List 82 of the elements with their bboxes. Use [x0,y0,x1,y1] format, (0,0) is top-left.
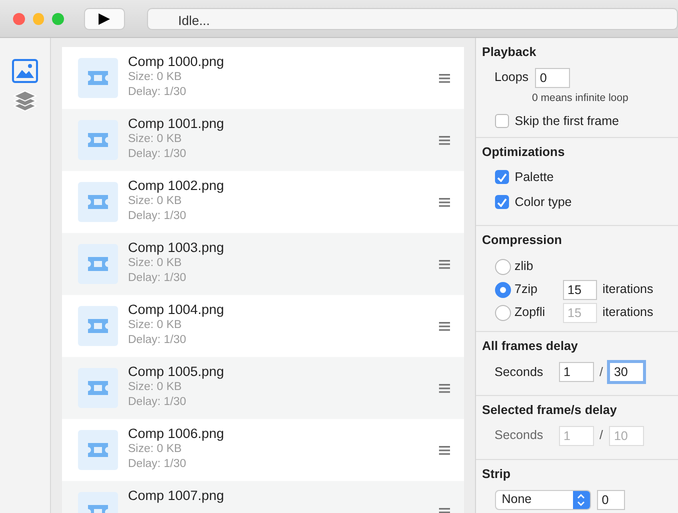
drag-handle-icon[interactable] [439,198,450,206]
drag-handle-icon[interactable] [439,446,450,454]
frame-delay: Delay: 1/30 [128,457,188,472]
frame-name: Comp 1001.png [128,116,226,132]
frame-name: Comp 1000.png [128,54,226,70]
checkbox-label: Palette [514,169,554,186]
radio-button[interactable] [494,304,510,321]
radio-label: zlib [514,258,534,276]
status-field: Idle... [147,8,678,30]
delay-field[interactable]: 30 [608,362,644,382]
strip-value-field[interactable]: 0 [596,490,625,510]
seconds-label: Seconds [494,364,544,381]
frame-size: Size: 0 KB [128,318,183,333]
loops-label: Loops [494,69,529,86]
iterations-label: iterations [602,304,654,322]
frame-size: Size: 0 KB [128,194,183,209]
drag-handle-icon[interactable] [439,260,450,268]
seconds-label: Seconds [494,427,544,444]
ticket-icon [88,319,108,333]
frame-delay: Delay: 1/30 [128,209,188,224]
frame-delay: Delay: 1/30 [128,333,188,348]
frame-delay: Delay: 1/30 [128,395,188,410]
frame-name: Comp 1002.png [128,178,226,194]
frame-row[interactable]: Comp 1000.png Size: 0 KB Delay: 1/30 [62,47,464,109]
frame-row[interactable]: Comp 1001.png Size: 0 KB Delay: 1/30 [62,109,464,171]
section-title: Selected frame/s delay [482,402,618,419]
drag-handle-icon[interactable] [439,74,450,82]
frame-name: Comp 1006.png [128,426,226,442]
drag-handle-icon[interactable] [439,322,450,330]
image-icon[interactable] [12,59,38,83]
ticket-icon [88,257,108,271]
frame-name: Comp 1007.png [128,488,226,504]
frame-row[interactable]: Comp 1002.png Size: 0 KB Delay: 1/30 [62,171,464,233]
drag-handle-icon[interactable] [439,136,450,144]
delay-field[interactable]: 1 [558,362,594,382]
frame-row[interactable]: Comp 1005.png Size: 0 KB Delay: 1/30 [62,357,464,419]
frame-name: Comp 1003.png [128,240,226,256]
slash-text: / [600,364,603,381]
drag-handle-icon[interactable] [439,384,450,392]
frame-size: Size: 0 KB [128,70,183,85]
ticket-icon [88,381,108,395]
hint-text: 0 means infinite loop [531,90,630,106]
layers-icon[interactable] [12,89,38,113]
loops-field[interactable]: 0 [534,68,570,88]
checkbox[interactable] [494,195,508,210]
frame-size: Size: 0 KB [128,132,183,147]
up-down-arrows-icon[interactable] [577,494,585,506]
frame-size: Size: 0 KB [128,256,183,271]
frame-row[interactable]: Comp 1004.png Size: 0 KB Delay: 1/30 [62,295,464,357]
close-button[interactable] [13,12,25,24]
frame-name: Comp 1005.png [128,364,226,380]
section-title: Playback [482,44,538,61]
frame-row[interactable]: Comp 1006.png Size: 0 KB Delay: 1/30 [62,419,464,481]
frame-row[interactable]: Comp 1003.png Size: 0 KB Delay: 1/30 [62,233,464,295]
checkbox-label: Skip the first frame [514,112,619,130]
section-title: Compression [482,232,563,249]
checkbox-label: Color type [514,194,572,211]
ticket-icon [88,133,108,147]
slash-text: / [600,427,603,444]
frame-size: Size: 0 KB [128,380,183,395]
ticket-icon [88,195,108,209]
frame-delay: Delay: 1/30 [128,147,188,162]
strip-dropdown[interactable]: None [494,490,590,510]
iterations-label: iterations [602,281,654,298]
iterations-field[interactable]: 15 [562,280,596,300]
section-title: Optimizations [482,144,566,162]
radio-label: Zopfli [514,304,546,322]
frame-name: Comp 1004.png [128,302,226,318]
frame-delay: Delay: 1/30 [128,85,188,100]
ticket-icon [88,443,108,457]
frame-row[interactable]: Comp 1007.png [62,481,464,513]
frame-size: Size: 0 KB [128,442,183,457]
section-title: All frames delay [482,338,579,356]
radio-label: 7zip [514,281,538,298]
radio-button[interactable] [494,282,510,298]
checkbox[interactable] [494,114,508,128]
play-button[interactable]: ▶ [84,8,126,30]
radio-button[interactable] [494,258,510,275]
ticket-icon [88,71,108,85]
frame-delay: Delay: 1/30 [128,271,188,286]
section-title: Strip [482,466,512,483]
checkbox[interactable] [494,170,508,184]
